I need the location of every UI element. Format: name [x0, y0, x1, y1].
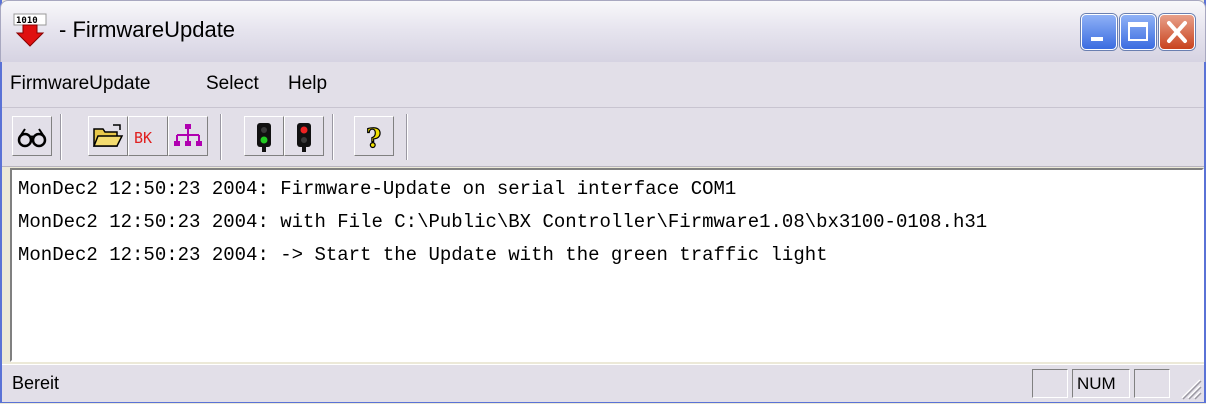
view-button[interactable] — [12, 116, 52, 156]
red-traffic-light-icon — [297, 123, 311, 152]
network-button[interactable] — [168, 116, 208, 156]
help-button[interactable]: ? — [354, 116, 394, 156]
maximize-icon — [1128, 22, 1148, 41]
bk-label: BK — [134, 129, 152, 147]
status-pane — [1032, 369, 1068, 398]
num-lock-indicator: NUM — [1072, 369, 1130, 398]
menu-select[interactable]: Select — [206, 73, 259, 95]
close-icon — [1167, 21, 1187, 43]
log-output[interactable]: MonDec2 12:50:23 2004: Firmware-Update o… — [10, 168, 1204, 362]
firmware-update-window: 1010 - FirmwareUpdate FirmwareUpdate Sel… — [0, 0, 1206, 403]
log-line: MonDec2 12:50:23 2004: Firmware-Update o… — [18, 178, 737, 200]
status-pane — [1134, 369, 1170, 398]
minimize-icon — [1091, 37, 1103, 41]
toolbar-separator — [220, 114, 222, 160]
toolbar-separator — [60, 114, 62, 160]
log-line: MonDec2 12:50:23 2004: -> Start the Upda… — [18, 244, 828, 266]
menu-help[interactable]: Help — [288, 73, 327, 95]
firmware-update-icon: 1010 — [13, 13, 47, 47]
toolbar-separator — [332, 114, 334, 160]
open-folder-icon — [92, 124, 124, 147]
glasses-icon — [17, 128, 47, 148]
minimize-button[interactable] — [1081, 14, 1117, 50]
status-text: Bereit — [12, 373, 60, 393]
help-icon: ? — [365, 123, 381, 154]
toolbar: BK ? — [2, 108, 1204, 167]
bk-button[interactable]: BK — [128, 116, 168, 156]
menu-firmwareupdate[interactable]: FirmwareUpdate — [10, 73, 150, 95]
resize-grip-icon[interactable] — [1176, 374, 1202, 400]
start-update-button[interactable] — [244, 116, 284, 156]
status-bar: Bereit NUM — [2, 364, 1204, 402]
toolbar-separator — [406, 114, 408, 160]
log-line: MonDec2 12:50:23 2004: with File C:\Publ… — [18, 211, 988, 233]
close-button[interactable] — [1159, 14, 1195, 50]
green-traffic-light-icon — [257, 123, 271, 152]
stop-update-button[interactable] — [284, 116, 324, 156]
svg-text:?: ? — [366, 124, 381, 154]
title-bar[interactable]: 1010 - FirmwareUpdate — [0, 0, 1206, 62]
window-title: - FirmwareUpdate — [59, 17, 236, 42]
bk-icon: BK — [134, 129, 152, 147]
open-button[interactable] — [88, 116, 128, 156]
maximize-button[interactable] — [1120, 14, 1156, 50]
network-icon — [174, 124, 202, 146]
menu-bar: FirmwareUpdate Select Help — [2, 62, 1204, 108]
